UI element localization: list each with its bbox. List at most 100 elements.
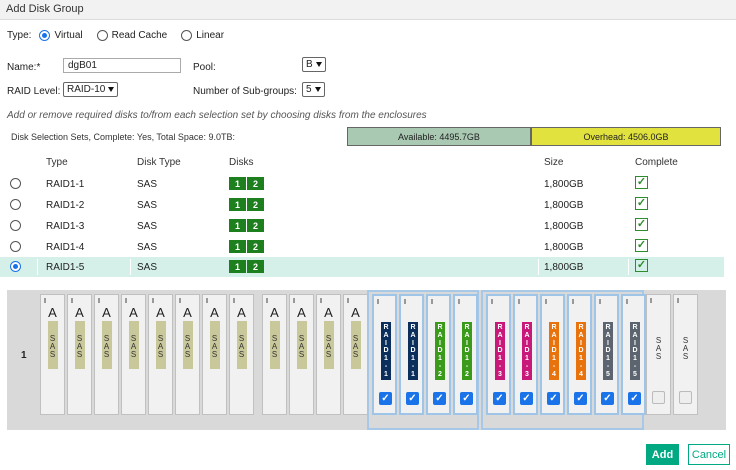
overhead-bar: Overhead: 4506.0GB: [531, 127, 721, 146]
slot-led-icon: [293, 298, 295, 303]
slot-checkbox[interactable]: ✓: [628, 392, 641, 405]
row-disks: 1 2: [229, 219, 264, 232]
table-row[interactable]: RAID1-1 SAS 1 2 1,800GB ✓: [0, 174, 724, 194]
slot-raid-label: R A I D 1 - 4: [578, 324, 584, 378]
disk-slot[interactable]: R A I D 1 - 1 ✓: [372, 294, 397, 415]
row-select-radio[interactable]: [10, 241, 21, 252]
type-read-cache-label[interactable]: Read Cache: [112, 30, 168, 41]
disk-slot[interactable]: A S A S: [40, 294, 65, 415]
row-disks: 1 2: [229, 240, 264, 253]
row-select-radio[interactable]: [10, 220, 21, 231]
slot-checkbox[interactable]: ✓: [379, 392, 392, 405]
raid-level-label: RAID Level:: [7, 86, 61, 97]
disk-badge: 1: [229, 260, 246, 273]
disk-slot[interactable]: S A S: [673, 294, 698, 415]
slot-led-icon: [179, 298, 181, 303]
disk-slot[interactable]: A S A S: [67, 294, 92, 415]
row-select-radio[interactable]: [10, 199, 21, 210]
row-select-radio[interactable]: [10, 178, 21, 189]
disk-slot[interactable]: R A I D 1 - 5 ✓: [594, 294, 619, 415]
slot-led-icon: [320, 298, 322, 303]
enclosure-panel: 1 AS A SAS A SAS A SAS A SAS A SAS A SAS…: [7, 290, 726, 430]
slot-raid-label: R A I D 1 - 3: [524, 324, 530, 378]
type-virtual-radio[interactable]: [39, 29, 51, 41]
slot-status-letter: A: [48, 305, 57, 320]
name-input[interactable]: dgB01: [63, 58, 181, 73]
slot-checkbox[interactable]: [679, 391, 692, 404]
slot-checkbox[interactable]: ✓: [433, 392, 446, 405]
disk-slot[interactable]: R A I D 1 - 3 ✓: [486, 294, 511, 415]
subgroups-select[interactable]: 5: [302, 82, 325, 97]
type-read-cache-radio[interactable]: [96, 29, 108, 41]
table-row[interactable]: RAID1-4 SAS 1 2 1,800GB ✓: [0, 237, 724, 257]
complete-check-icon: ✓: [635, 176, 648, 189]
disk-slot[interactable]: A S A S: [262, 294, 287, 415]
slot-led-icon: [347, 298, 349, 303]
disk-badge: 2: [247, 198, 264, 211]
row-disks: 1 2: [229, 177, 264, 190]
slot-disk-type: S A S: [655, 336, 662, 361]
disk-slot[interactable]: A S A S: [202, 294, 227, 415]
slot-raid-label: R A I D 1 - 1: [410, 324, 416, 378]
slot-disk-type: S A S: [325, 334, 332, 359]
disk-slot[interactable]: R A I D 1 - 3 ✓: [513, 294, 538, 415]
table-row[interactable]: RAID1-2 SAS 1 2 1,800GB ✓: [0, 195, 724, 215]
complete-check-icon: ✓: [635, 197, 648, 210]
cancel-button[interactable]: Cancel: [688, 444, 730, 465]
disk-badge: 2: [247, 240, 264, 253]
name-label: Name:*: [7, 62, 41, 73]
slot-checkbox[interactable]: ✓: [547, 392, 560, 405]
slot-led-icon: [491, 299, 493, 304]
slot-checkbox[interactable]: ✓: [406, 392, 419, 405]
type-linear-radio[interactable]: [181, 29, 193, 41]
row-disk-type: SAS: [137, 200, 158, 211]
slot-checkbox[interactable]: ✓: [493, 392, 506, 405]
pool-select[interactable]: B: [302, 57, 326, 72]
disk-slot[interactable]: R A I D 1 - 4 ✓: [567, 294, 592, 415]
slot-checkbox[interactable]: [652, 391, 665, 404]
add-button[interactable]: Add: [646, 444, 679, 465]
slot-status-letter: A: [324, 305, 333, 320]
raid-level-value: RAID-10: [67, 84, 106, 95]
type-virtual-label[interactable]: Virtual: [54, 30, 82, 41]
disk-slot[interactable]: A S A S: [94, 294, 119, 415]
row-disk-type: SAS: [137, 221, 158, 232]
slot-checkbox[interactable]: ✓: [601, 392, 614, 405]
row-type: RAID1-5: [46, 262, 85, 273]
slot-checkbox[interactable]: ✓: [520, 392, 533, 405]
disk-slot[interactable]: A S A S: [229, 294, 254, 415]
slot-led-icon: [233, 298, 235, 303]
disk-slot[interactable]: R A I D 1 - 2 ✓: [453, 294, 478, 415]
disk-slot[interactable]: A S A S: [121, 294, 146, 415]
disk-badge: 2: [247, 219, 264, 232]
slot-checkbox[interactable]: ✓: [460, 392, 473, 405]
type-label: Type:: [7, 29, 32, 41]
disk-slot[interactable]: R A I D 1 - 1 ✓: [399, 294, 424, 415]
slot-raid-label: R A I D 1 - 2: [437, 324, 443, 378]
disk-slot[interactable]: A S A S: [316, 294, 341, 415]
slot-led-icon: [458, 299, 460, 304]
slot-checkbox[interactable]: ✓: [574, 392, 587, 405]
table-row[interactable]: RAID1-5 SAS 1 2 1,800GB ✓: [0, 257, 724, 277]
table-row[interactable]: RAID1-3 SAS 1 2 1,800GB ✓: [0, 216, 724, 236]
disk-slot[interactable]: R A I D 1 - 2 ✓: [426, 294, 451, 415]
disk-slot[interactable]: R A I D 1 - 4 ✓: [540, 294, 565, 415]
slot-led-icon: [71, 298, 73, 303]
disk-slot[interactable]: A S A S: [175, 294, 200, 415]
disk-slot[interactable]: A S A S: [343, 294, 368, 415]
raid-level-select[interactable]: RAID-10: [63, 82, 119, 97]
row-select-radio[interactable]: [10, 261, 21, 272]
disk-slot[interactable]: A S A S: [289, 294, 314, 415]
slot-led-icon: [650, 298, 652, 303]
subgroups-value: 5: [306, 84, 312, 95]
chevron-down-icon: [314, 87, 321, 92]
slot-led-icon: [377, 299, 379, 304]
disk-slot[interactable]: R A I D 1 - 5 ✓: [621, 294, 646, 415]
slot-disk-type: S A S: [238, 334, 245, 359]
slot-raid-label: R A I D 1 - 3: [497, 324, 503, 378]
disk-slot[interactable]: A S A S: [148, 294, 173, 415]
slot-disk-type: S A S: [298, 334, 305, 359]
type-field: Type: Virtual Read Cache Linear: [7, 28, 234, 42]
disk-slot[interactable]: S A S: [646, 294, 671, 415]
type-linear-label[interactable]: Linear: [196, 30, 224, 41]
